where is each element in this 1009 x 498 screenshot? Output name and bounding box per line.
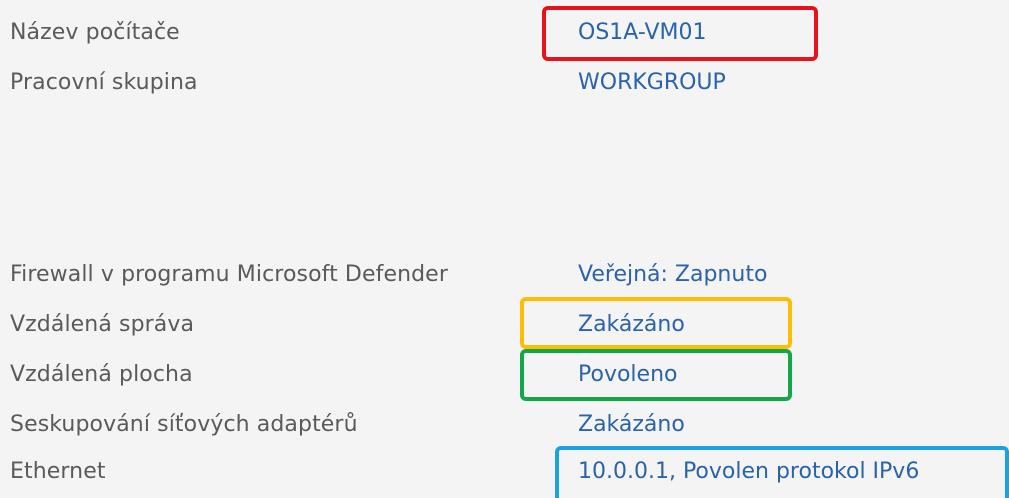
server-properties-panel: Název počítače OS1A-VM01 Pracovní skupin… bbox=[0, 0, 1009, 498]
workgroup-label: Pracovní skupina bbox=[10, 70, 198, 95]
highlight-box-blue bbox=[555, 446, 1009, 498]
highlight-box-orange bbox=[520, 297, 792, 349]
ethernet-label: Ethernet bbox=[10, 459, 106, 484]
property-row-nic-teaming: Seskupování síťových adaptérů Zakázáno bbox=[0, 405, 1009, 445]
nic-teaming-link[interactable]: Zakázáno bbox=[578, 405, 685, 445]
firewall-label: Firewall v programu Microsoft Defender bbox=[10, 262, 448, 287]
firewall-link[interactable]: Veřejná: Zapnuto bbox=[578, 255, 767, 295]
property-row-workgroup: Pracovní skupina WORKGROUP bbox=[0, 63, 1009, 103]
property-row-remote-management: Vzdálená správa Zakázáno bbox=[0, 305, 1009, 345]
property-row-remote-desktop: Vzdálená plocha Povoleno bbox=[0, 355, 1009, 395]
remote-management-label: Vzdálená správa bbox=[10, 312, 195, 337]
highlight-box-red bbox=[542, 6, 818, 61]
remote-desktop-label: Vzdálená plocha bbox=[10, 362, 193, 387]
property-row-firewall: Firewall v programu Microsoft Defender V… bbox=[0, 255, 1009, 295]
workgroup-link[interactable]: WORKGROUP bbox=[578, 63, 726, 103]
nic-teaming-label: Seskupování síťových adaptérů bbox=[10, 412, 358, 437]
highlight-box-green bbox=[520, 349, 792, 401]
computer-name-label: Název počítače bbox=[10, 20, 180, 45]
property-row-computer-name: Název počítače OS1A-VM01 bbox=[0, 13, 1009, 53]
